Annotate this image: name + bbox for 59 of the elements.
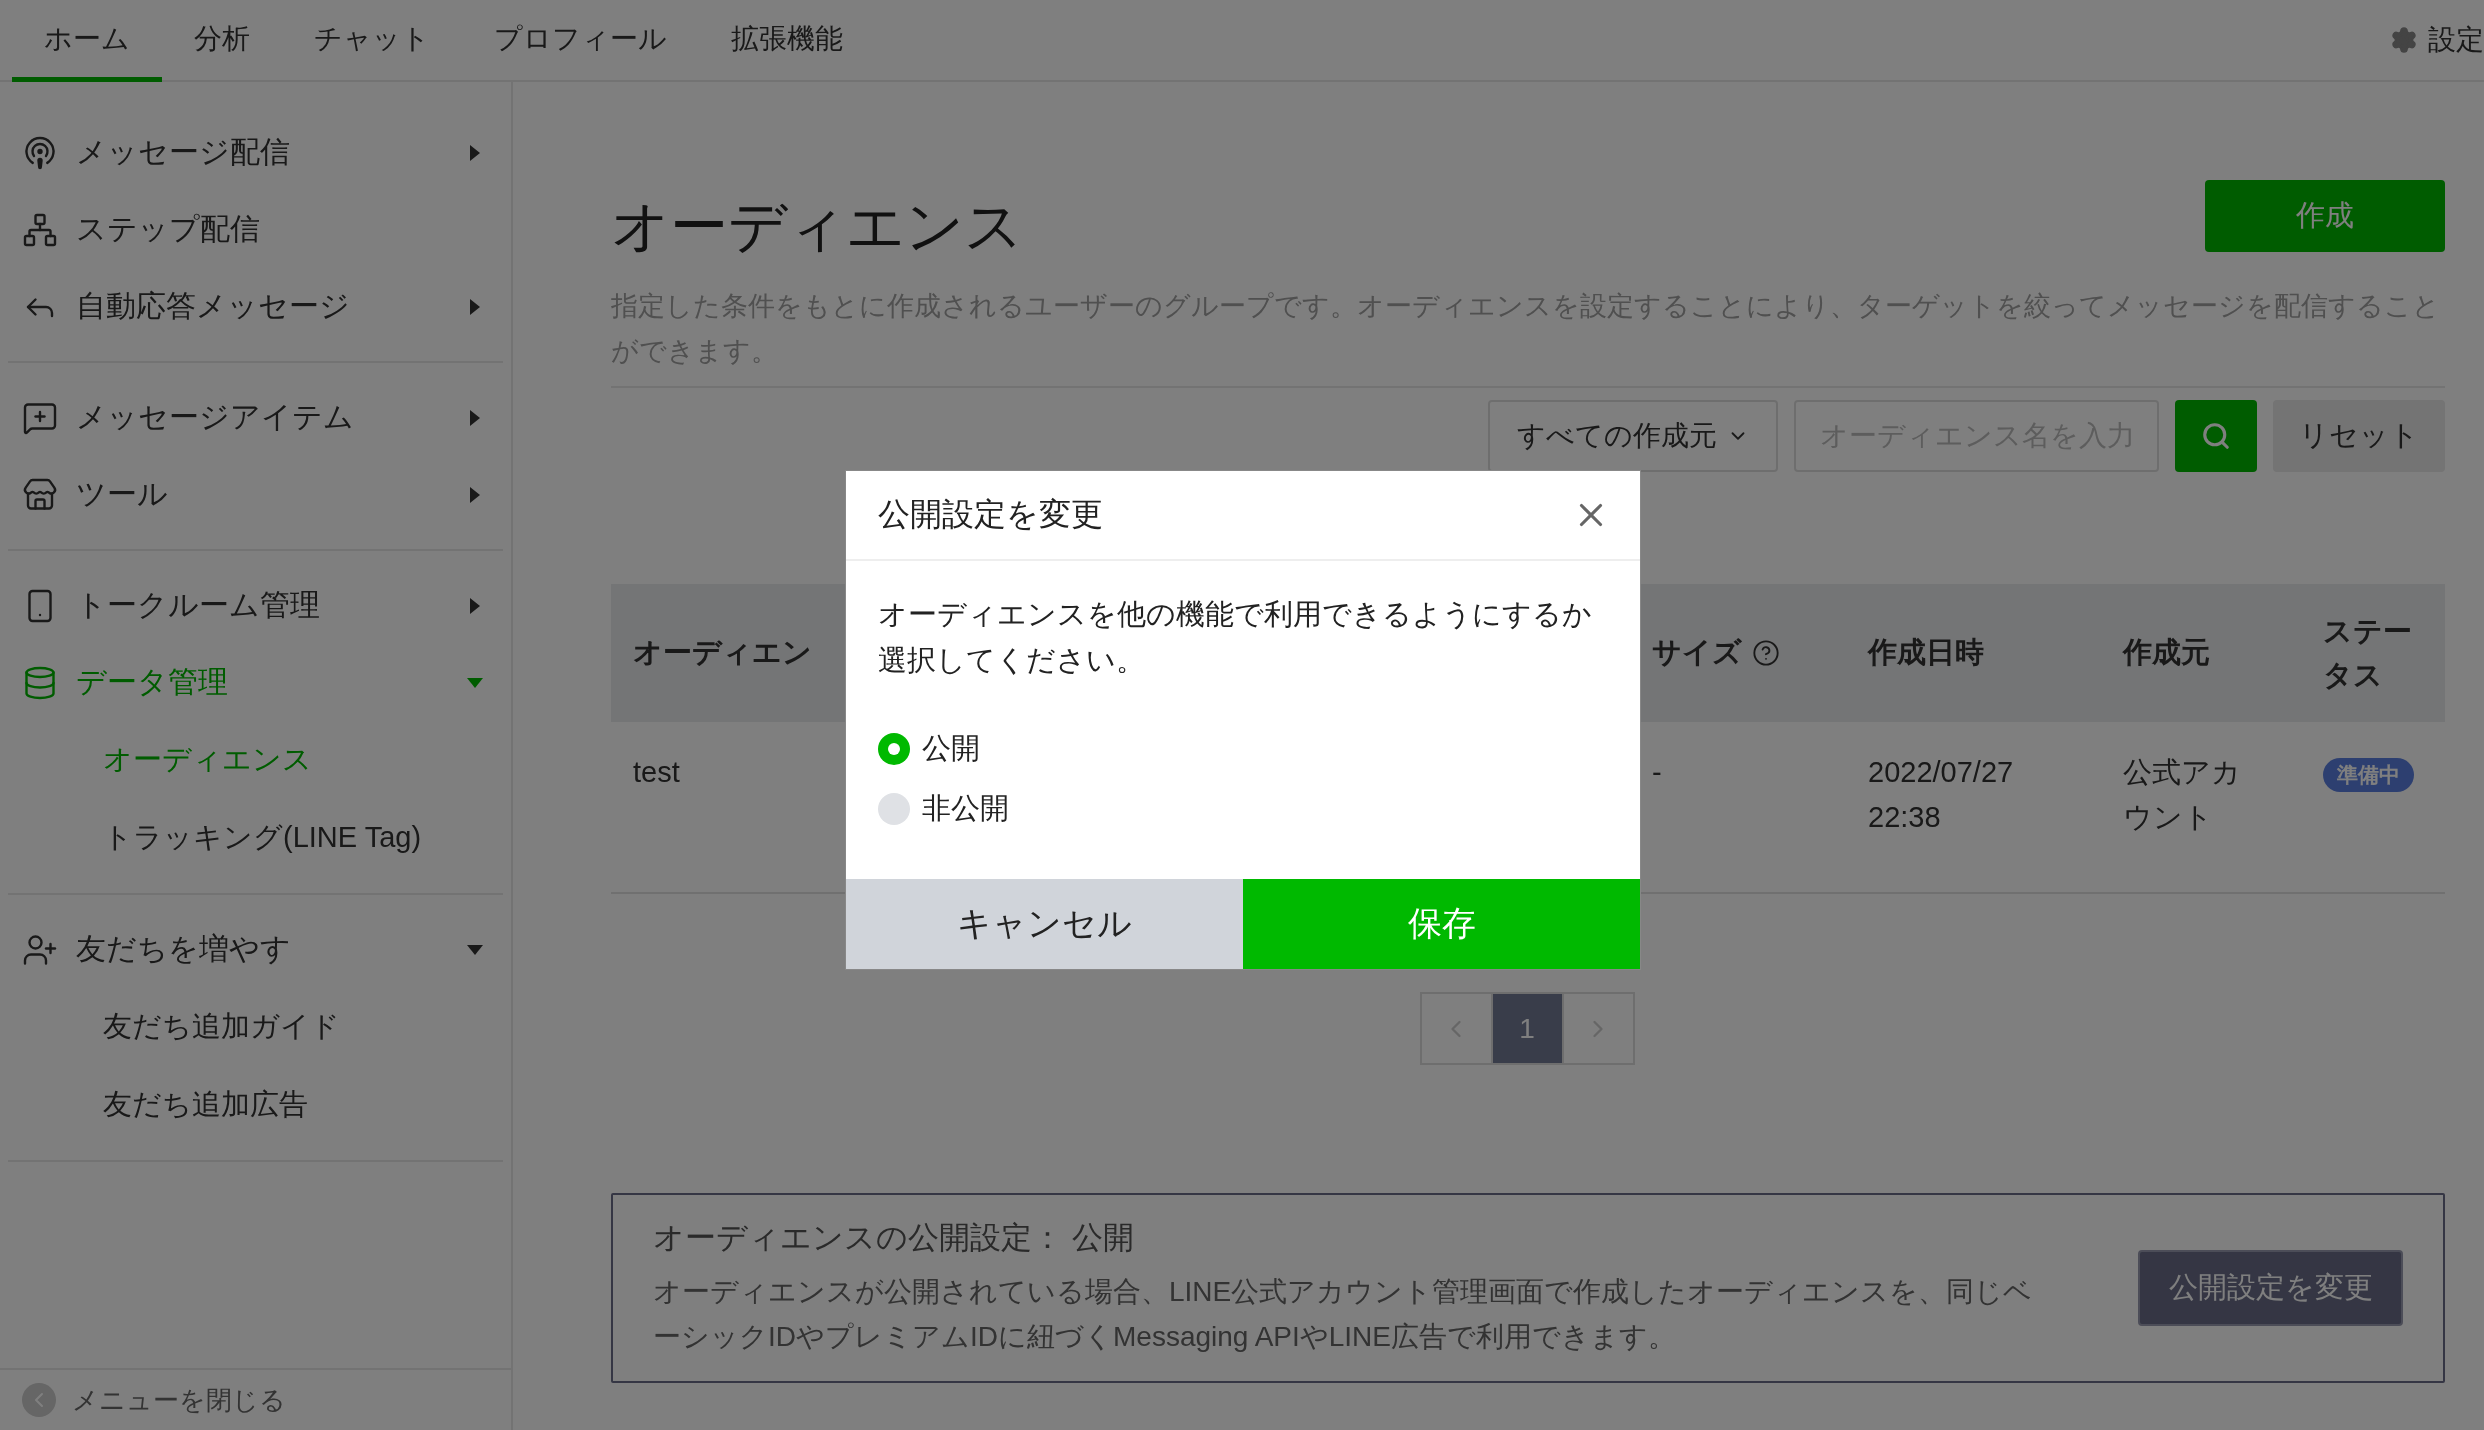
nav-tab[interactable]: チャット bbox=[282, 0, 462, 82]
sidebar-subitem[interactable]: 友だち追加広告 bbox=[8, 1066, 503, 1144]
sidebar-item[interactable]: 友だちを増やす bbox=[8, 911, 503, 988]
sidebar-label: 自動応答メッセージ bbox=[76, 288, 351, 324]
column-label: 作成元 bbox=[2123, 635, 2210, 670]
sidebar-label: ツール bbox=[76, 476, 169, 512]
table-cell: 公式アカウント bbox=[2101, 722, 2301, 894]
radio-button[interactable] bbox=[878, 793, 910, 825]
search-icon bbox=[2201, 421, 2231, 451]
nav-tab[interactable]: ホーム bbox=[12, 0, 162, 82]
page-title: オーディエンス bbox=[611, 192, 1023, 260]
sidebar-label: トークルーム管理 bbox=[76, 587, 321, 623]
column-label: 作成日時 bbox=[1868, 635, 1984, 670]
sidebar-item[interactable]: メッセージ配信 bbox=[8, 114, 503, 191]
store-icon bbox=[22, 476, 58, 513]
nav-tab[interactable]: 分析 bbox=[162, 0, 282, 82]
sidebar-label: データ管理 bbox=[76, 664, 229, 700]
table-cell: 2022/07/27 22:38 bbox=[1846, 722, 2101, 894]
page-button[interactable]: 1 bbox=[1490, 992, 1564, 1065]
sidebar-item[interactable]: メッセージアイテム bbox=[8, 379, 503, 456]
search-button[interactable] bbox=[2175, 400, 2257, 472]
sidebar-label: メッセージアイテム bbox=[76, 399, 355, 435]
collapse-icon[interactable] bbox=[22, 1383, 56, 1417]
column-label: ステータス bbox=[2323, 614, 2413, 693]
save-button[interactable]: 保存 bbox=[1243, 879, 1640, 969]
radio-button[interactable] bbox=[878, 733, 910, 765]
help-icon[interactable] bbox=[1752, 639, 1780, 667]
modal-text: オーディエンスを他の機能で利用できるようにするか選択してください。 bbox=[878, 597, 1593, 678]
cancel-button[interactable]: キャンセル bbox=[846, 879, 1243, 969]
info-text: オーディエンスが公開されている場合、LINE公式アカウント管理画面で作成したオーディエンスを、同じベーシックIDやプレミアムIDに紐づくMessaging APIやLINE広告で利用できます。 bbox=[653, 1275, 2034, 1354]
radio-label[interactable]: 公開 bbox=[922, 729, 980, 769]
sidebar-item[interactable]: トークルーム管理 bbox=[8, 567, 503, 644]
database-icon bbox=[22, 664, 58, 701]
info-title: オーディエンスの公開設定： 公開 bbox=[653, 1219, 1135, 1257]
column-label: オーディエン bbox=[633, 635, 812, 670]
previous-page-button[interactable] bbox=[1419, 992, 1493, 1065]
change-visibility-button[interactable]: 公開設定を変更 bbox=[2138, 1250, 2403, 1326]
settings-icon[interactable] bbox=[2390, 26, 2418, 54]
network-icon bbox=[22, 211, 58, 248]
podcast-icon bbox=[22, 134, 58, 171]
reset-button[interactable]: リセット bbox=[2273, 400, 2445, 472]
sidebar-item[interactable]: ステップ配信 bbox=[8, 191, 503, 268]
radio-label[interactable]: 非公開 bbox=[922, 789, 1009, 829]
sidebar-subitem[interactable]: 友だち追加ガイド bbox=[8, 988, 503, 1066]
nav-tab[interactable]: 拡張機能 bbox=[699, 0, 875, 82]
sidebar-subitem[interactable]: トラッキング(LINE Tag) bbox=[8, 799, 503, 877]
sidebar-item[interactable]: 自動応答メッセージ bbox=[8, 268, 503, 345]
status-badge: 準備中 bbox=[2323, 758, 2414, 792]
next-page-button[interactable] bbox=[1561, 992, 1635, 1065]
sidebar-item[interactable]: ツール bbox=[8, 456, 503, 533]
close-menu-link[interactable]: メニューを閉じる bbox=[72, 1382, 286, 1418]
nav-tab[interactable]: プロフィール bbox=[462, 0, 699, 82]
source-dropdown[interactable]: すべての作成元 bbox=[1488, 400, 1778, 472]
column-label: サイズ bbox=[1652, 635, 1742, 670]
sidebar-label: ステップ配信 bbox=[76, 211, 261, 247]
settings-link[interactable]: 設定 bbox=[2428, 21, 2484, 59]
sidebar-label: 友だちを増やす bbox=[76, 931, 292, 967]
modal-title: 公開設定を変更 bbox=[878, 495, 1103, 534]
sidebar-label: メッセージ配信 bbox=[76, 134, 291, 170]
